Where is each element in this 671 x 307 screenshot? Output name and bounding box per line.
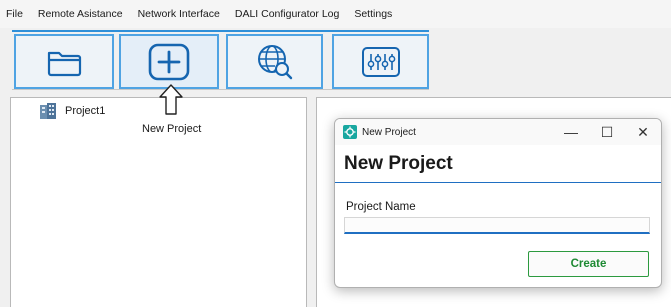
menu-network-interface[interactable]: Network Interface [138, 8, 220, 20]
new-project-dialog: New Project — ☐ ✕ New Project Project Na… [334, 118, 662, 288]
menu-settings[interactable]: Settings [354, 8, 392, 20]
minimize-button[interactable]: — [553, 119, 589, 145]
configurator-settings-button[interactable] [332, 34, 429, 89]
app-icon [343, 125, 357, 139]
close-button[interactable]: ✕ [625, 119, 661, 145]
network-scan-button[interactable] [226, 34, 323, 89]
annotation-caption: New Project [142, 123, 202, 135]
tree-item-project1[interactable]: Project1 [39, 102, 105, 120]
tree-item-label: Project1 [65, 105, 106, 117]
plus-icon [148, 43, 190, 80]
menu-dali-configurator-log[interactable]: DALI Configurator Log [235, 8, 339, 20]
new-project-button[interactable] [119, 34, 219, 89]
maximize-button[interactable]: ☐ [589, 119, 625, 145]
dialog-window-title: New Project [362, 126, 416, 138]
sliders-icon [361, 46, 400, 77]
toolbar [12, 30, 429, 90]
hand-pointer-icon [159, 84, 183, 115]
menu-file[interactable]: File [6, 8, 23, 20]
globe-search-icon [257, 44, 292, 79]
menu-bar: File Remote Asistance Network Interface … [0, 0, 671, 28]
project-name-label: Project Name [346, 201, 416, 213]
create-button[interactable]: Create [528, 251, 649, 277]
dialog-title-bar: New Project — ☐ ✕ [335, 119, 661, 145]
folder-icon [47, 51, 82, 76]
building-icon [40, 103, 56, 119]
open-project-button[interactable] [14, 34, 114, 89]
menu-remote-assistance[interactable]: Remote Asistance [38, 8, 123, 20]
project-name-input[interactable] [344, 217, 650, 234]
dialog-heading: New Project [335, 145, 661, 183]
